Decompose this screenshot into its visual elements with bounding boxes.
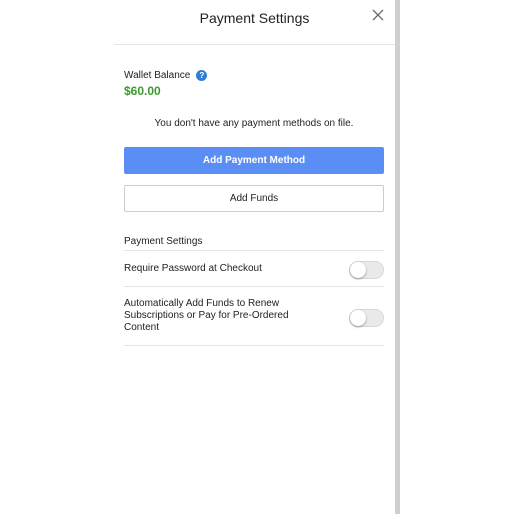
add-funds-button[interactable]: Add Funds bbox=[124, 185, 384, 212]
panel-header: Payment Settings bbox=[114, 0, 395, 45]
panel-edge bbox=[395, 0, 400, 514]
help-icon[interactable]: ? bbox=[196, 69, 208, 81]
auto-add-funds-label-line: Subscriptions or Pay for Pre-Ordered bbox=[124, 310, 289, 321]
require-password-label: Require Password at Checkout bbox=[124, 263, 262, 274]
payment-settings-page: Payment Settings Wallet Balance ? $60.00… bbox=[0, 0, 514, 514]
require-password-toggle[interactable] bbox=[349, 261, 384, 279]
wallet-section: Wallet Balance ? $60.00 bbox=[124, 67, 208, 98]
page-title: Payment Settings bbox=[199, 10, 310, 26]
wallet-label-row: Wallet Balance ? bbox=[124, 67, 208, 83]
auto-add-funds-label: Automatically Add Funds to Renew Subscri… bbox=[124, 298, 289, 334]
toggle-knob bbox=[350, 262, 366, 278]
close-icon[interactable] bbox=[369, 6, 387, 24]
toggle-knob bbox=[350, 310, 366, 326]
divider bbox=[124, 250, 384, 251]
payment-settings-panel: Payment Settings Wallet Balance ? $60.00… bbox=[0, 0, 395, 514]
auto-add-funds-toggle[interactable] bbox=[349, 309, 384, 327]
no-payment-methods-message: You don't have any payment methods on fi… bbox=[154, 118, 354, 129]
wallet-balance-label: Wallet Balance bbox=[124, 69, 191, 81]
add-payment-method-button[interactable]: Add Payment Method bbox=[124, 147, 384, 174]
payment-settings-heading: Payment Settings bbox=[124, 236, 203, 247]
wallet-balance-amount: $60.00 bbox=[124, 84, 161, 98]
divider bbox=[124, 345, 384, 346]
auto-add-funds-label-line: Automatically Add Funds to Renew bbox=[124, 298, 280, 309]
auto-add-funds-label-line: Content bbox=[124, 322, 160, 333]
divider bbox=[124, 286, 384, 287]
